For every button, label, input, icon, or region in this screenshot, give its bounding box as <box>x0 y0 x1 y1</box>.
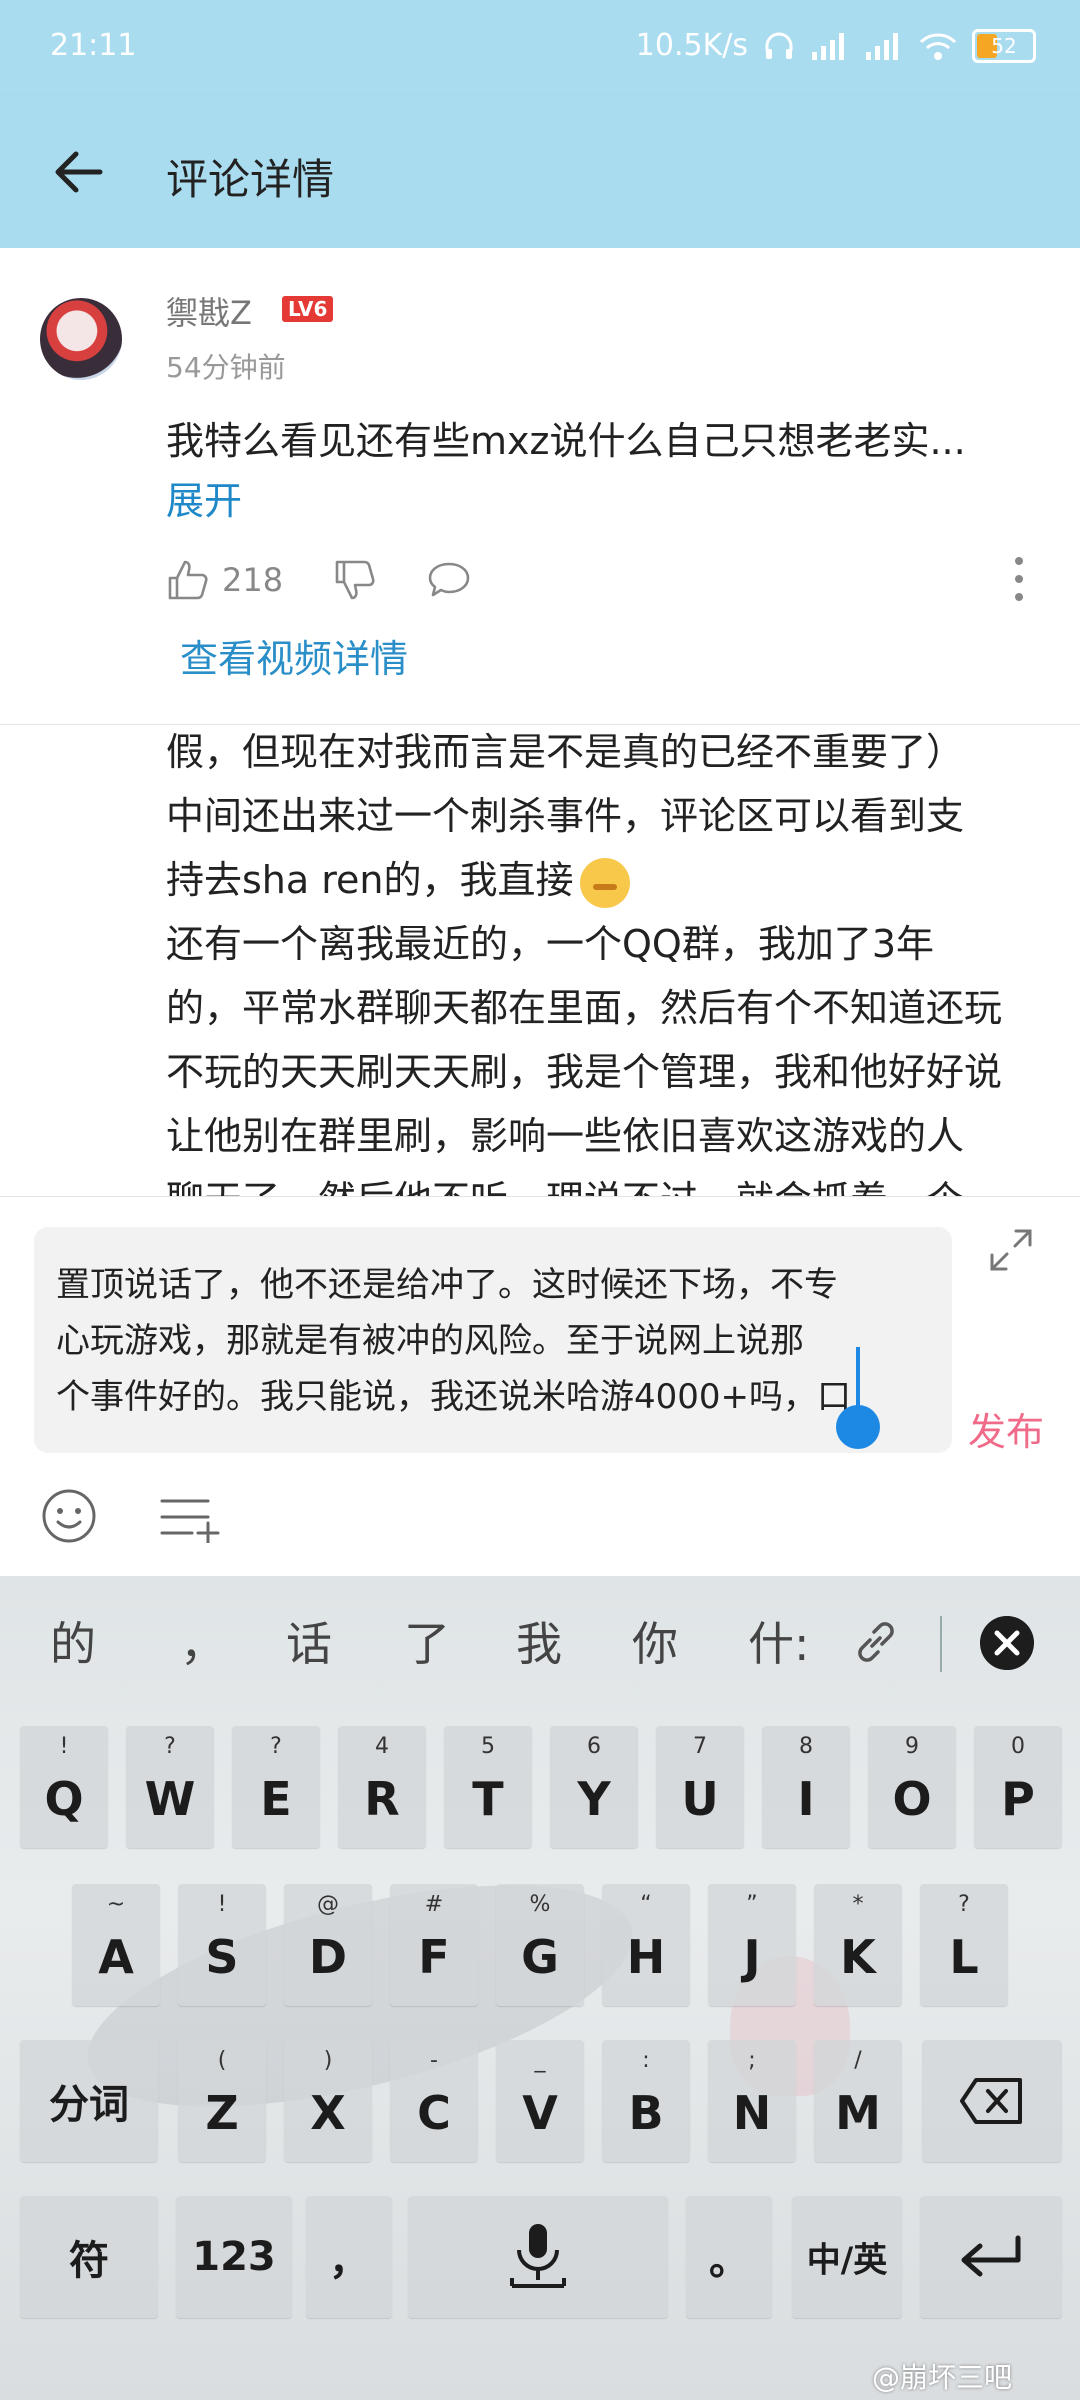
thumbs-down-icon[interactable] <box>333 558 377 602</box>
key-d[interactable]: @ D <box>284 1884 372 2006</box>
key-a[interactable]: ~ A <box>72 1884 160 2006</box>
period-key[interactable]: 。 <box>686 2196 772 2318</box>
input-line: 置顶说话了，他不还是给冲了。这时候还下场，不专 <box>56 1265 838 1305</box>
key-x[interactable]: ) X <box>284 2040 372 2162</box>
like-count: 218 <box>222 561 284 599</box>
headphone-icon <box>765 32 793 59</box>
key-z[interactable]: (Z <box>178 2040 266 2162</box>
keyboard: 的 ， 话 了 我 你 什: ! Q ? W ? E 4R 5T 6Y 7U 8I 9… <box>0 1576 1080 2400</box>
emoji-icon[interactable] <box>40 1487 98 1545</box>
key-n[interactable]: ; N <box>708 2040 796 2162</box>
input-line: 心玩游戏，那就是有被冲的风险。至于说网上说那 <box>56 1321 804 1361</box>
username[interactable]: 禦戡Z <box>166 288 252 334</box>
candidate-word[interactable]: 什: <box>748 1608 810 1674</box>
avatar[interactable] <box>40 298 122 380</box>
net-speed: 10.5K/s <box>635 28 748 63</box>
key-g[interactable]: % G <box>496 1884 584 2006</box>
reply-line: 聊天了，然后他不听，理说不过，就会抓着一个 <box>166 1168 1066 1196</box>
wifi-icon <box>919 32 957 60</box>
reply-line: 的，平常水群聊天都在里面，然后有个不知道还玩 <box>166 986 1003 1030</box>
key-r[interactable]: 4R <box>338 1726 426 1848</box>
cursor-handle[interactable] <box>836 1405 880 1449</box>
reply-line: 不玩的天天刷天天刷，我是个管理，我和他好好说 <box>166 1050 1003 1094</box>
signal-icon-2 <box>866 32 898 60</box>
key-u[interactable]: 7U <box>656 1726 744 1848</box>
watermark: @崩坏三吧 <box>872 2361 1013 2394</box>
view-video-link[interactable]: 查看视频详情 <box>180 628 408 683</box>
status-time: 21:11 <box>50 28 137 63</box>
reply-line: 还有一个离我最近的，一个QQ群，我加了3年 <box>166 922 934 966</box>
key-h[interactable]: “H <box>602 1884 690 2006</box>
candidate-word[interactable]: 了 <box>404 1608 450 1674</box>
reply-line: 中间还出来过一个刺杀事件，评论区可以看到支 <box>166 794 965 838</box>
grimace-emoji-icon <box>579 857 630 908</box>
comment-input[interactable]: 置顶说话了，他不还是给冲了。这时候还下场，不专 心玩游戏，那就是有被冲的风险。至… <box>34 1227 952 1453</box>
battery-icon: 52 <box>972 28 1036 63</box>
list-add-icon[interactable] <box>158 1493 222 1543</box>
publish-button[interactable]: 发布 <box>968 1401 1044 1456</box>
app-header: 评论详情 <box>0 96 1080 248</box>
key-k[interactable]: * K <box>814 1884 902 2006</box>
key-v[interactable]: _ V <box>496 2040 584 2162</box>
status-icons: 10.5K/s 52 <box>636 28 1036 63</box>
comment-card: 禦戡Z LV6 54分钟前 我特么看见还有些mxz说什么自己只想老老实... 展… <box>0 248 1080 725</box>
key-w[interactable]: ? W <box>126 1726 214 1848</box>
candidate-word[interactable]: ， <box>180 1608 226 1674</box>
key-b[interactable]: :B <box>602 2040 690 2162</box>
comment-actions: 218 <box>166 552 471 608</box>
language-switch-key[interactable]: 中/英 <box>792 2196 902 2318</box>
key-q[interactable]: ! Q <box>20 1726 108 1848</box>
level-badge: LV6 <box>282 296 334 322</box>
page-title: 评论详情 <box>166 155 335 204</box>
key-j[interactable]: ” J <box>708 1884 796 2006</box>
candidate-word[interactable]: 话 <box>286 1608 332 1674</box>
status-bar: 21:11 10.5K/s 52 <box>0 0 1080 96</box>
thumbs-up-icon[interactable] <box>166 558 210 602</box>
more-options-icon[interactable] <box>1004 554 1034 604</box>
input-line: 个事件好的。我只能说，我还说米哈游4000+吗，口 <box>56 1377 852 1417</box>
reply-line: 假，但现在对我而言是不是真的已经不重要了） <box>166 730 965 774</box>
key-s[interactable]: ! S <box>178 1884 266 2006</box>
backspace-key[interactable] <box>922 2040 1062 2162</box>
reply-bubble-icon[interactable] <box>427 558 471 602</box>
segment-key[interactable]: 分词 <box>20 2040 158 2162</box>
enter-icon <box>961 2235 1021 2277</box>
reply-line: 让他别在群里刷，影响一些依旧喜欢这游戏的人 <box>166 1114 965 1158</box>
microphone-icon <box>510 2224 566 2288</box>
comment-time: 54分钟前 <box>166 351 286 384</box>
key-p[interactable]: 0P <box>974 1726 1062 1848</box>
candidate-word[interactable]: 的 <box>50 1608 96 1674</box>
space-key[interactable] <box>408 2196 668 2318</box>
reply-content: 假，但现在对我而言是不是真的已经不重要了） 中间还出来过一个刺杀事件，评论区可以… <box>0 726 1080 1196</box>
signal-icon <box>812 32 844 60</box>
link-icon[interactable] <box>850 1616 902 1668</box>
comma-key[interactable]: ， <box>306 2196 392 2318</box>
symbol-key[interactable]: 符 <box>20 2196 158 2318</box>
fullscreen-expand-icon[interactable] <box>988 1227 1034 1273</box>
key-t[interactable]: 5T <box>444 1726 532 1848</box>
reply-line-with-emoji: 持去sha ren的，我直接 <box>166 848 1066 912</box>
candidate-word[interactable]: 你 <box>632 1608 678 1674</box>
key-e[interactable]: ? E <box>232 1726 320 1848</box>
compose-area: 置顶说话了，他不还是给冲了。这时候还下场，不专 心玩游戏，那就是有被冲的风险。至… <box>0 1196 1080 1577</box>
backspace-icon <box>960 2078 1022 2124</box>
number-key[interactable]: 123 <box>176 2196 292 2318</box>
candidate-separator <box>940 1616 942 1672</box>
expand-link[interactable]: 展开 <box>166 470 242 525</box>
key-l[interactable]: ? L <box>920 1884 1008 2006</box>
back-arrow-icon[interactable] <box>50 144 106 200</box>
key-o[interactable]: 9O <box>868 1726 956 1848</box>
key-m[interactable]: / M <box>814 2040 902 2162</box>
comment-text: 我特么看见还有些mxz说什么自己只想老老实... <box>166 419 966 463</box>
key-y[interactable]: 6Y <box>550 1726 638 1848</box>
key-c[interactable]: -C <box>390 2040 478 2162</box>
candidate-word[interactable]: 我 <box>516 1608 562 1674</box>
close-candidates-icon[interactable] <box>980 1616 1034 1670</box>
key-f[interactable]: # F <box>390 1884 478 2006</box>
key-i[interactable]: 8I <box>762 1726 850 1848</box>
candidate-bar: 的 ， 话 了 我 你 什: <box>0 1576 1080 1706</box>
enter-key[interactable] <box>920 2196 1062 2318</box>
